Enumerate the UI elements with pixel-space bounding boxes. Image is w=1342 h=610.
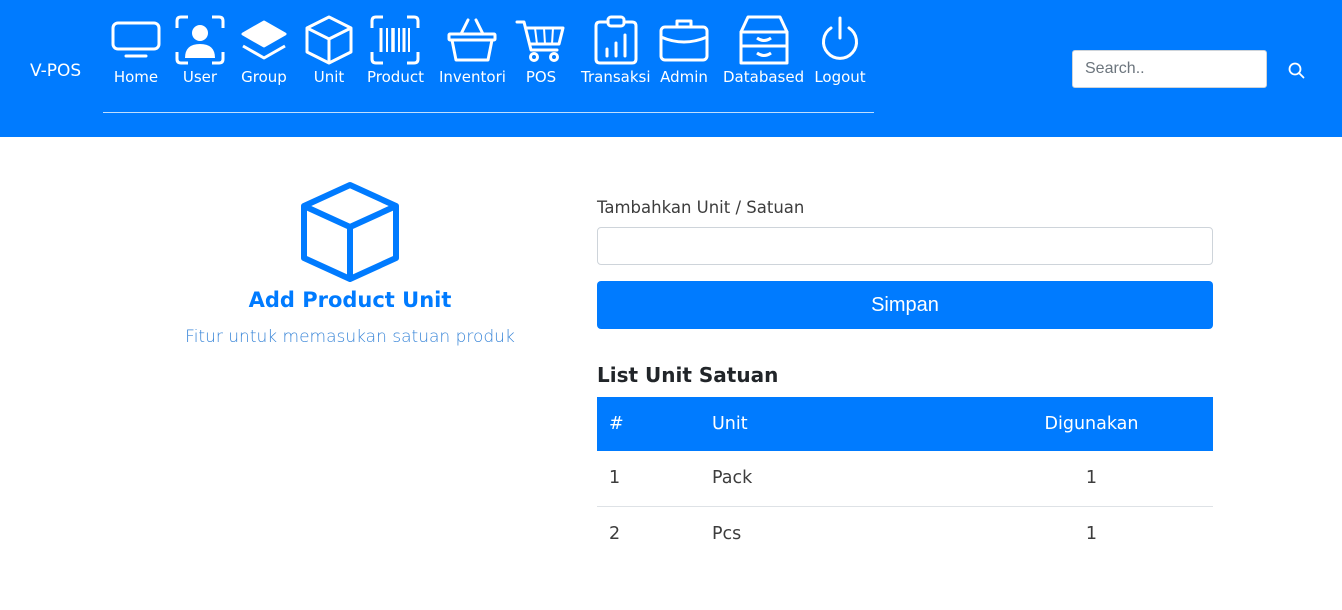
list-title: List Unit Satuan	[597, 363, 779, 387]
search-button[interactable]	[1281, 55, 1311, 85]
intro-title: Add Product Unit	[248, 288, 452, 312]
nav-label-pos: POS	[525, 68, 557, 86]
power-icon	[822, 16, 858, 60]
nav-item-logout[interactable]: Logout	[814, 14, 866, 86]
nav-label-home: Home	[113, 68, 159, 86]
nav-label-group: Group	[241, 68, 287, 86]
nav-label-unit: Unit	[313, 68, 345, 86]
column-header-number: #	[609, 414, 624, 434]
nav-label-inventori: Inventori	[439, 68, 506, 86]
archive-icon	[739, 15, 789, 65]
unit-table: # Unit Digunakan 1 Pack 1 2 Pcs 1	[597, 397, 1213, 561]
unit-input[interactable]	[597, 227, 1213, 265]
cell-unit: Pcs	[712, 523, 742, 544]
cell-used: 1	[1085, 468, 1098, 489]
nav-item-group[interactable]: Group	[238, 14, 290, 86]
nav-item-product[interactable]: Product	[367, 14, 424, 86]
intro-section: Add Product Unit Fitur untuk memasukan s…	[140, 180, 560, 348]
layers-icon	[241, 20, 287, 60]
unit-input-label: Tambahkan Unit / Satuan	[597, 198, 805, 217]
nav-item-databased[interactable]: Databased	[723, 14, 804, 86]
nav-label-logout: Logout	[814, 68, 866, 86]
save-button[interactable]: Simpan	[597, 281, 1213, 329]
box-icon	[301, 182, 399, 282]
briefcase-icon	[659, 19, 709, 62]
navbar: V-POS Home User Group Unit Product Inven…	[0, 0, 1342, 137]
basket-icon	[447, 18, 497, 62]
cell-number: 2	[609, 523, 621, 544]
box-icon	[305, 15, 353, 65]
search-input[interactable]	[1072, 50, 1267, 88]
cell-number: 1	[609, 468, 621, 489]
cell-used: 1	[1085, 523, 1098, 544]
nav-label-databased: Databased	[723, 68, 805, 86]
cart-icon	[515, 20, 565, 62]
nav-label-transaksi: Transaksi	[581, 68, 651, 86]
nav-item-admin[interactable]: Admin	[658, 14, 710, 86]
column-header-unit: Unit	[712, 414, 748, 434]
barcode-icon	[370, 15, 420, 65]
monitor-icon	[111, 21, 161, 58]
nav-item-inventori[interactable]: Inventori	[439, 14, 506, 86]
nav-item-user[interactable]: User	[174, 14, 226, 86]
table-row: 1 Pack 1	[597, 451, 1213, 506]
nav-item-unit[interactable]: Unit	[303, 14, 355, 86]
main-nav: Home User Group Unit Product Inventori P…	[103, 14, 874, 113]
user-icon	[175, 15, 225, 65]
table-row: 2 Pcs 1	[597, 506, 1213, 561]
cell-unit: Pack	[712, 468, 753, 489]
intro-description: Fitur untuk memasukan satuan produk	[185, 327, 515, 347]
nav-label-user: User	[182, 68, 218, 86]
nav-item-transaksi[interactable]: Transaksi	[581, 14, 651, 86]
nav-label-product: Product	[367, 68, 424, 86]
table-header-row: # Unit Digunakan	[597, 397, 1213, 451]
nav-item-pos[interactable]: POS	[515, 14, 567, 86]
clipboard-chart-icon	[594, 15, 638, 65]
brand-logo[interactable]: V-POS	[30, 60, 81, 82]
nav-label-admin: Admin	[660, 68, 708, 86]
nav-item-home[interactable]: Home	[110, 14, 162, 86]
search-icon	[1288, 62, 1304, 78]
column-header-used: Digunakan	[1044, 414, 1139, 434]
